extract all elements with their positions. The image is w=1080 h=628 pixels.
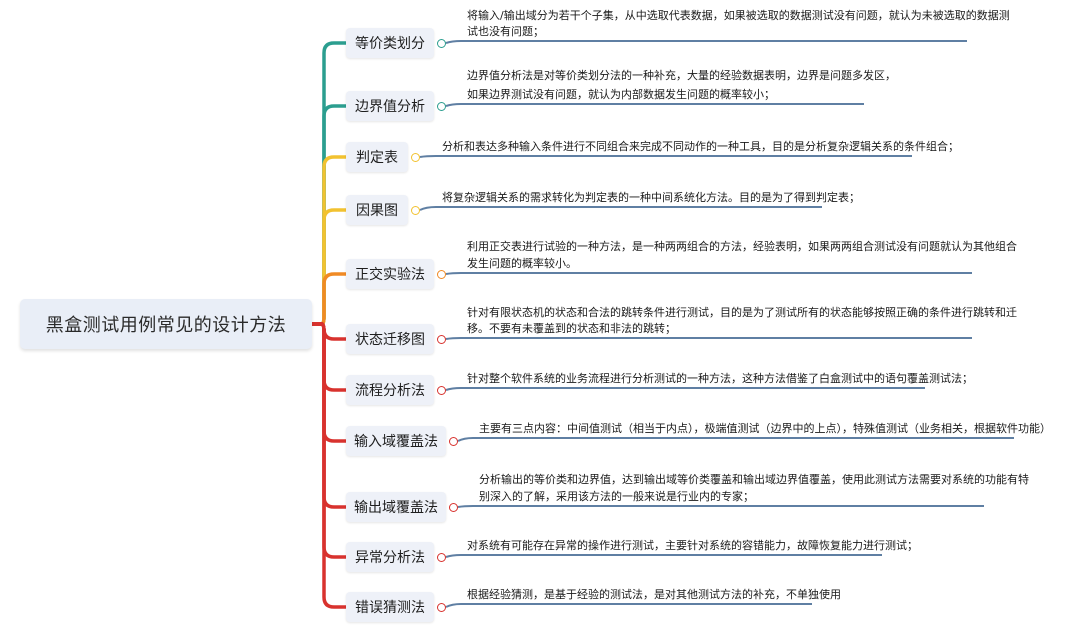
collapse-toggle-icon[interactable] — [437, 386, 446, 395]
branch-description-line: 移。不要有未覆盖到的状态和非法的跳转； — [467, 322, 676, 335]
branch-label: 判定表 — [356, 150, 398, 166]
branch-label: 正交实验法 — [355, 267, 425, 283]
branch-description-line: 边界值分析法是对等价类划分法的一种补充，大量的经验数据表明，边界是问题多发区， — [467, 69, 896, 82]
branch-link-1 — [310, 41, 348, 326]
branch-description-line: 针对整个软件系统的业务流程进行分析测试的一种方法，这种方法借鉴了白盒测试中的语句… — [467, 372, 973, 385]
branch-label: 输出域覆盖法 — [354, 500, 438, 516]
collapse-toggle-icon[interactable] — [411, 153, 420, 162]
branch-link-2 — [310, 104, 348, 326]
branch-label: 因果图 — [356, 203, 398, 219]
branch-description-line: 将复杂逻辑关系的需求转化为判定表的一种中间系统化方法。目的是为了得到判定表； — [442, 191, 860, 204]
description-underline-9 — [457, 505, 984, 508]
branch-link-5 — [310, 272, 348, 326]
root-label: 黑盒测试用例常见的设计方法 — [45, 315, 287, 336]
branch-description-line: 如果边界测试没有问题，就认为内部数据发生问题的概率较小； — [467, 88, 775, 101]
description-underline-10 — [445, 554, 882, 558]
collapse-toggle-icon[interactable] — [437, 553, 446, 562]
branch-link-8 — [310, 322, 348, 443]
branch-label: 状态迁移图 — [355, 332, 425, 348]
branch-description-line: 利用正交表进行试验的一种方法，是一种两两组合的方法，经验表明，如果两两组合测试没… — [467, 240, 1017, 253]
branch-description-line: 发生问题的概率较小。 — [467, 257, 577, 270]
branch-node-4[interactable]: 因果图 — [346, 195, 408, 225]
description-underline-6 — [445, 337, 972, 340]
branch-link-9 — [310, 322, 348, 509]
root-node[interactable]: 黑盒测试用例常见的设计方法 — [20, 299, 312, 349]
branch-description-line: 分析输出的等价类和边界值，达到输出域等价类覆盖和输出域边界值覆盖，使用此测试方法… — [479, 473, 1029, 486]
description-underline-1 — [445, 40, 967, 44]
branch-label: 错误猜测法 — [355, 600, 425, 616]
mind-map: 黑盒测试用例常见的设计方法 等价类划分 将输入/输出域分为若干个子集，从中选取代表… — [0, 0, 1080, 628]
branch-node-5[interactable]: 正交实验法 — [346, 259, 434, 289]
branch-node-3[interactable]: 判定表 — [346, 142, 408, 172]
branch-description-line: 根据经验猜测，是基于经验的测试法，是对其他测试方法的补充，不单独使用 — [467, 588, 841, 601]
branch-description-line: 分析和表达多种输入条件进行不同组合来完成不同动作的一种工具，目的是分析复杂逻辑关… — [442, 140, 959, 153]
branch-description-line: 主要有三点内容：中间值测试（相当于内点），极端值测试（边界中的上点），特殊值测试… — [479, 422, 1051, 435]
branch-description-line: 将输入/输出域分为若干个子集，从中选取代表数据，如果被选取的数据测试没有问题，就… — [467, 9, 1010, 22]
collapse-toggle-icon[interactable] — [437, 39, 446, 48]
description-underline-11 — [445, 603, 812, 608]
branch-label: 等价类划分 — [355, 36, 425, 52]
branch-link-6 — [310, 322, 348, 341]
branch-description-line: 对系统有可能存在异常的操作进行测试，主要针对系统的容错能力，故障恢复能力进行测试… — [467, 539, 918, 552]
collapse-toggle-icon[interactable] — [437, 102, 446, 111]
branch-node-7[interactable]: 流程分析法 — [346, 375, 434, 405]
description-underline-3 — [419, 155, 912, 158]
branch-node-10[interactable]: 异常分析法 — [346, 542, 434, 572]
collapse-toggle-icon[interactable] — [437, 270, 446, 279]
branch-node-2[interactable]: 边界值分析 — [346, 91, 434, 121]
branch-node-9[interactable]: 输出域覆盖法 — [346, 492, 446, 522]
description-underline-4 — [419, 206, 822, 211]
branch-label: 输入域覆盖法 — [354, 434, 438, 450]
branch-description-line: 别深入的了解，采用该方法的一般来说是行业内的专家； — [479, 490, 754, 503]
branch-label: 异常分析法 — [355, 550, 425, 566]
branch-link-3 — [310, 155, 348, 326]
branch-node-8[interactable]: 输入域覆盖法 — [346, 426, 446, 456]
branch-link-7 — [310, 322, 348, 392]
collapse-toggle-icon[interactable] — [449, 437, 458, 446]
description-underline-8 — [457, 437, 1014, 442]
branch-description-line: 针对有限状态机的状态和合法的跳转条件进行测试，目的是为了测试所有的状态能够按照正… — [467, 306, 1017, 319]
branch-node-11[interactable]: 错误猜测法 — [346, 592, 434, 622]
branch-node-6[interactable]: 状态迁移图 — [346, 324, 434, 354]
collapse-toggle-icon[interactable] — [411, 206, 420, 215]
description-underline-2 — [445, 103, 864, 107]
branch-description-line: 试也没有问题； — [467, 25, 544, 38]
branch-label: 流程分析法 — [355, 383, 425, 399]
description-underline-7 — [445, 387, 925, 391]
description-underline-5 — [445, 272, 972, 275]
branch-link-11 — [310, 322, 348, 609]
collapse-toggle-icon[interactable] — [449, 503, 458, 512]
branch-label: 边界值分析 — [355, 99, 425, 115]
branch-link-4 — [310, 208, 348, 326]
collapse-toggle-icon[interactable] — [437, 335, 446, 344]
collapse-toggle-icon[interactable] — [437, 603, 446, 612]
branch-node-1[interactable]: 等价类划分 — [346, 28, 434, 58]
